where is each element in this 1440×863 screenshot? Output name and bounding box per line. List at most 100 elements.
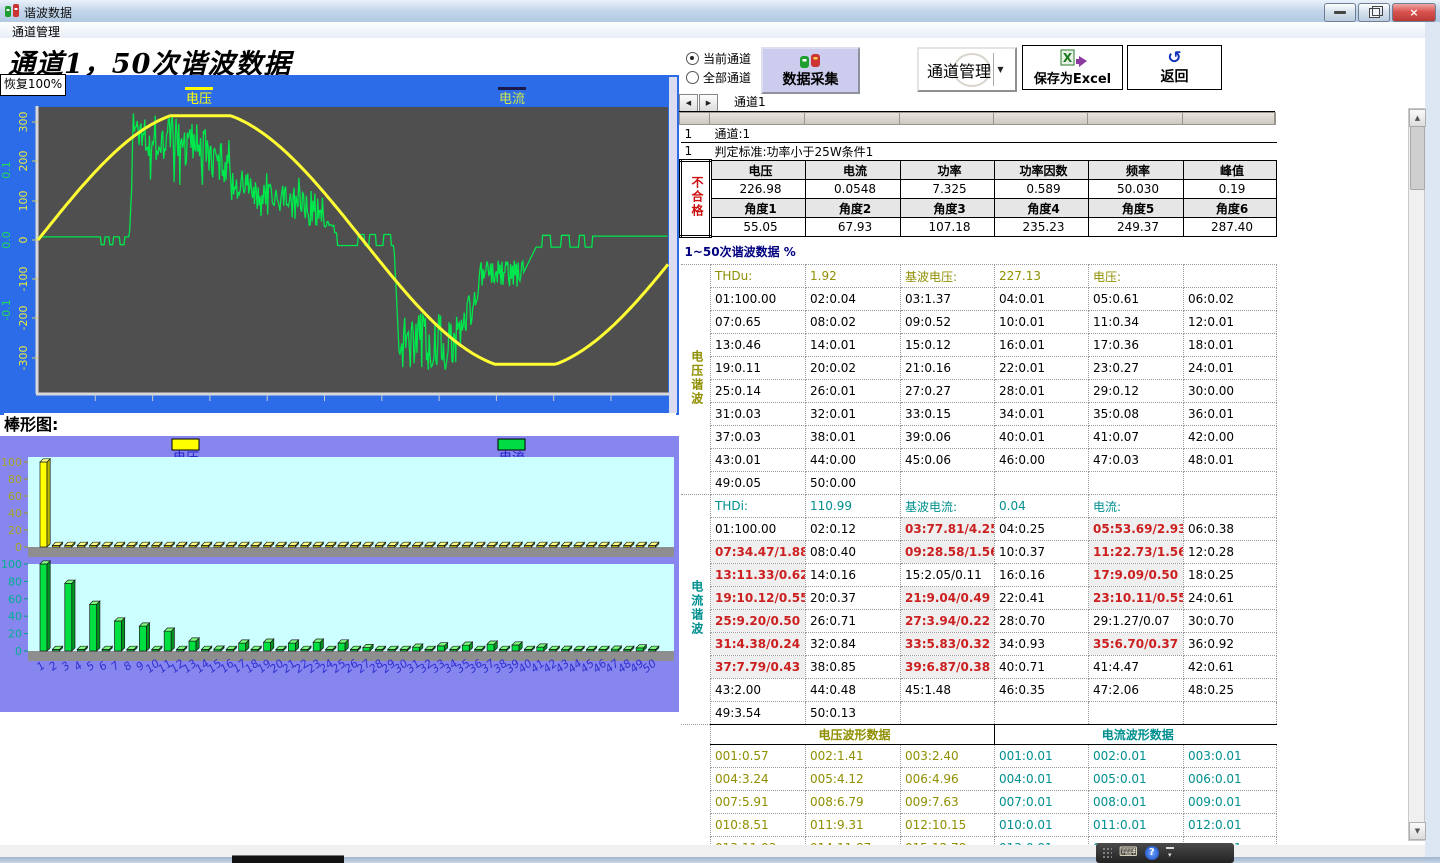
keyboard-icon[interactable]: ⌨: [1119, 846, 1138, 860]
table-row: 25:9.20/0.5026:0.7127:3.94/0.2228:0.7029…: [681, 610, 1277, 633]
table-row: 31:4.38/0.2432:0.8433:5.83/0.3234:0.9335…: [681, 633, 1277, 656]
grid-cell: 29:0.12: [1089, 380, 1184, 403]
grid-cell: 12:0.01: [1184, 311, 1277, 334]
grid-cell: 通道:1: [711, 125, 1277, 143]
drag-handle-icon[interactable]: [1102, 847, 1112, 859]
vertical-scrollbar[interactable]: ▲ ▼: [1408, 108, 1425, 841]
grid-cell: 05:0.61: [1089, 288, 1184, 311]
svg-text:-100: -100: [17, 267, 30, 292]
grid-cell: 02:0.04: [806, 288, 901, 311]
table-row: 43:0.0144:0.0045:0.0646:0.0047:0.0348:0.…: [681, 449, 1277, 472]
grid-cell: 07:34.47/1.88: [711, 541, 806, 564]
grid-cell: 10:0.37: [995, 541, 1089, 564]
scroll-down-button[interactable]: ▼: [1409, 822, 1426, 840]
save-excel-label: 保存为Excel: [1034, 68, 1111, 87]
grid-cell: 011:0.01: [1089, 814, 1184, 837]
table-row: 43:2.0044:0.4845:1.4846:0.3547:2.0648:0.…: [681, 679, 1277, 702]
collect-data-label: 数据采集: [783, 69, 839, 89]
grid-cell: 002:0.01: [1089, 745, 1184, 768]
grid-cell: 基波电流:: [901, 495, 995, 518]
restore-button[interactable]: [1358, 3, 1390, 22]
grid-cell: 12:0.28: [1184, 541, 1277, 564]
help-icon[interactable]: ?: [1145, 846, 1159, 860]
grid-cell: 005:4.12: [806, 768, 901, 791]
data-grid[interactable]: 1通道:11判定标准:功率小于25W条件1不合格电压电流功率功率因数频率峰值22…: [679, 125, 1277, 845]
grid-cell: 21:0.16: [901, 357, 995, 380]
grid-cell: 角度3: [901, 199, 995, 218]
grid-cell: 19:10.12/0.55: [711, 587, 806, 610]
grid-cell: 002:1.41: [806, 745, 901, 768]
scroll-up-button[interactable]: ▲: [1409, 109, 1426, 127]
grid-cell: 249.37: [1089, 218, 1184, 237]
grid-cell: 48:0.01: [1184, 449, 1277, 472]
grid-cell: 006:0.01: [1184, 768, 1277, 791]
grid-cell: 67.93: [806, 218, 901, 237]
table-row: 1判定标准:功率小于25W条件1: [681, 143, 1277, 161]
taskbar-fragment: [232, 855, 344, 863]
tab-channel1[interactable]: 通道1: [719, 94, 781, 112]
grid-cell: 26:0.01: [806, 380, 901, 403]
ime-options-icon[interactable]: ▾: [1166, 847, 1174, 859]
grid-cell: 1.92: [806, 265, 901, 288]
grid-cell: 09:0.52: [901, 311, 995, 334]
tab-scroll-right-button[interactable]: ▶: [699, 94, 718, 112]
table-row: 13:11.33/0.6214:0.1615:2.05/0.1116:0.161…: [681, 564, 1277, 587]
minimize-button[interactable]: [1324, 3, 1356, 22]
scrollbar-thumb[interactable]: [1410, 126, 1425, 190]
grid-cell: 40:0.01: [995, 426, 1089, 449]
table-row: 19:0.1120:0.0221:0.1622:0.0123:0.2724:0.…: [681, 357, 1277, 380]
table-row: 角度1角度2角度3角度4角度5角度6: [681, 199, 1277, 218]
ime-toolbar[interactable]: ⌨ ? ▾: [1096, 843, 1234, 863]
grid-cell: 50:0.13: [806, 702, 901, 725]
window-frame-right: [1425, 22, 1440, 863]
tab-scroll-left-button[interactable]: ◀: [679, 94, 698, 112]
collect-data-icon: [798, 53, 824, 69]
app-icon: [5, 4, 20, 18]
grid-cell: 11:0.34: [1089, 311, 1184, 334]
svg-text:0.0: 0.0: [0, 231, 13, 249]
grid-cell: 28:0.70: [995, 610, 1089, 633]
radio-current-channel[interactable]: 当前通道: [686, 50, 751, 67]
grid-cell: [681, 725, 711, 846]
grid-cell: 47:0.03: [1089, 449, 1184, 472]
channel-manage-button[interactable]: 通道管理 ▼: [917, 47, 1017, 92]
grid-cell: 009:7.63: [901, 791, 995, 814]
chevron-down-icon[interactable]: ▼: [993, 53, 1007, 86]
grid-cell: 电压谐波: [681, 265, 711, 495]
grid-cell: 判定标准:功率小于25W条件1: [711, 143, 1277, 161]
svg-text:60: 60: [8, 593, 22, 606]
restore-zoom-button[interactable]: 恢复100%: [0, 74, 66, 96]
radio-label: 当前通道: [703, 50, 751, 67]
grid-cell: 44:0.48: [806, 679, 901, 702]
grid-cell: 08:0.02: [806, 311, 901, 334]
grid-cell: 50:0.00: [806, 472, 901, 495]
table-row: 07:34.47/1.8808:0.4009:28.58/1.5610:0.37…: [681, 541, 1277, 564]
close-button[interactable]: ×: [1392, 3, 1436, 22]
back-button[interactable]: ↺ 返回: [1127, 45, 1222, 90]
grid-cell: 17:0.36: [1089, 334, 1184, 357]
radio-all-channels[interactable]: 全部通道: [686, 69, 751, 86]
grid-cell: 004:0.01: [995, 768, 1089, 791]
table-row: 19:10.12/0.5520:0.3721:9.04/0.4922:0.412…: [681, 587, 1277, 610]
grid-cell: 电压: [711, 161, 806, 180]
grid-cell: 20:0.37: [806, 587, 901, 610]
grid-cell: 角度4: [995, 199, 1089, 218]
grid-cell: 21:9.04/0.49: [901, 587, 995, 610]
grid-cell: 29:1.27/0.07: [1089, 610, 1184, 633]
collect-data-button[interactable]: 数据采集: [761, 47, 860, 94]
svg-text:200: 200: [17, 151, 30, 172]
svg-text:0: 0: [17, 237, 30, 244]
svg-text:0.1: 0.1: [0, 161, 13, 179]
grid-cell: [1184, 495, 1277, 518]
table-row: 49:0.0550:0.00: [681, 472, 1277, 495]
grid-cell: 46:0.35: [995, 679, 1089, 702]
svg-text:0: 0: [15, 645, 22, 658]
excel-icon: X: [1058, 48, 1088, 68]
grid-cell: 28:0.01: [995, 380, 1089, 403]
grid-cell: 235.23: [995, 218, 1089, 237]
grid-cell: 1: [681, 143, 711, 161]
grid-cell: [995, 702, 1089, 725]
grid-cell: 001:0.01: [995, 745, 1089, 768]
grid-cell: 38:0.85: [806, 656, 901, 679]
save-excel-button[interactable]: X 保存为Excel: [1022, 45, 1123, 90]
